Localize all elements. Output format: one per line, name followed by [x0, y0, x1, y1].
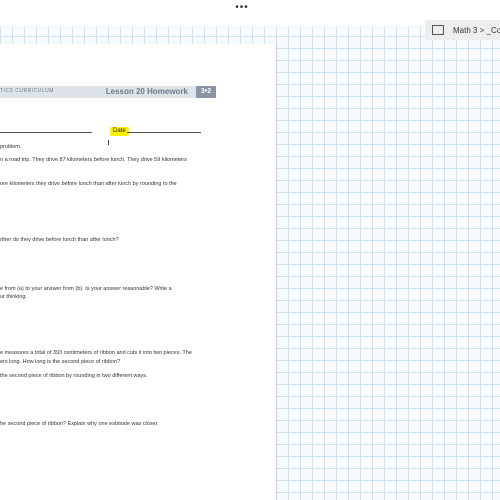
problem-line: the second piece of ribbon by rounding i… — [0, 373, 148, 379]
date-line — [127, 132, 201, 133]
problem-line: ers long. How long is the second piece o… — [0, 359, 121, 365]
ellipsis-icon[interactable]: ••• — [232, 3, 252, 13]
worksheet-page: TICS CURRICULUM Lesson 20 Homework 3•2 D… — [0, 44, 277, 500]
problem-line: rther do they drive before lunch than af… — [0, 237, 119, 243]
date-label: Date — [110, 127, 129, 136]
problem-line: he second piece of ribbon? Explain why o… — [0, 421, 159, 427]
breadcrumb-text: Math 3 > _Co — [453, 25, 500, 35]
lesson-header: TICS CURRICULUM Lesson 20 Homework 3•2 — [0, 86, 216, 98]
problem-line: e from (a) to your answer from (b). Is y… — [0, 286, 172, 292]
problem-line: ore kilometers they drive before lunch t… — [0, 181, 177, 187]
lesson-title: Lesson 20 Homework — [105, 87, 188, 96]
name-line — [0, 132, 92, 133]
lesson-badge: 3•2 — [196, 86, 216, 98]
notebook-canvas[interactable]: ••• Math 3 > _Co TICS CURRICULUM Lesson … — [0, 0, 500, 500]
curriculum-label: TICS CURRICULUM — [0, 88, 54, 94]
problem-line: n a road trip. They drive 87 kilometers … — [0, 157, 187, 163]
problem-line: problem. — [0, 144, 22, 150]
page-icon — [432, 25, 444, 35]
problem-line: e measures a total of 393 centimeters of… — [0, 350, 192, 356]
breadcrumb[interactable]: Math 3 > _Co — [425, 20, 500, 40]
text-cursor — [108, 140, 109, 145]
problem-line: ur thinking. — [0, 294, 27, 300]
